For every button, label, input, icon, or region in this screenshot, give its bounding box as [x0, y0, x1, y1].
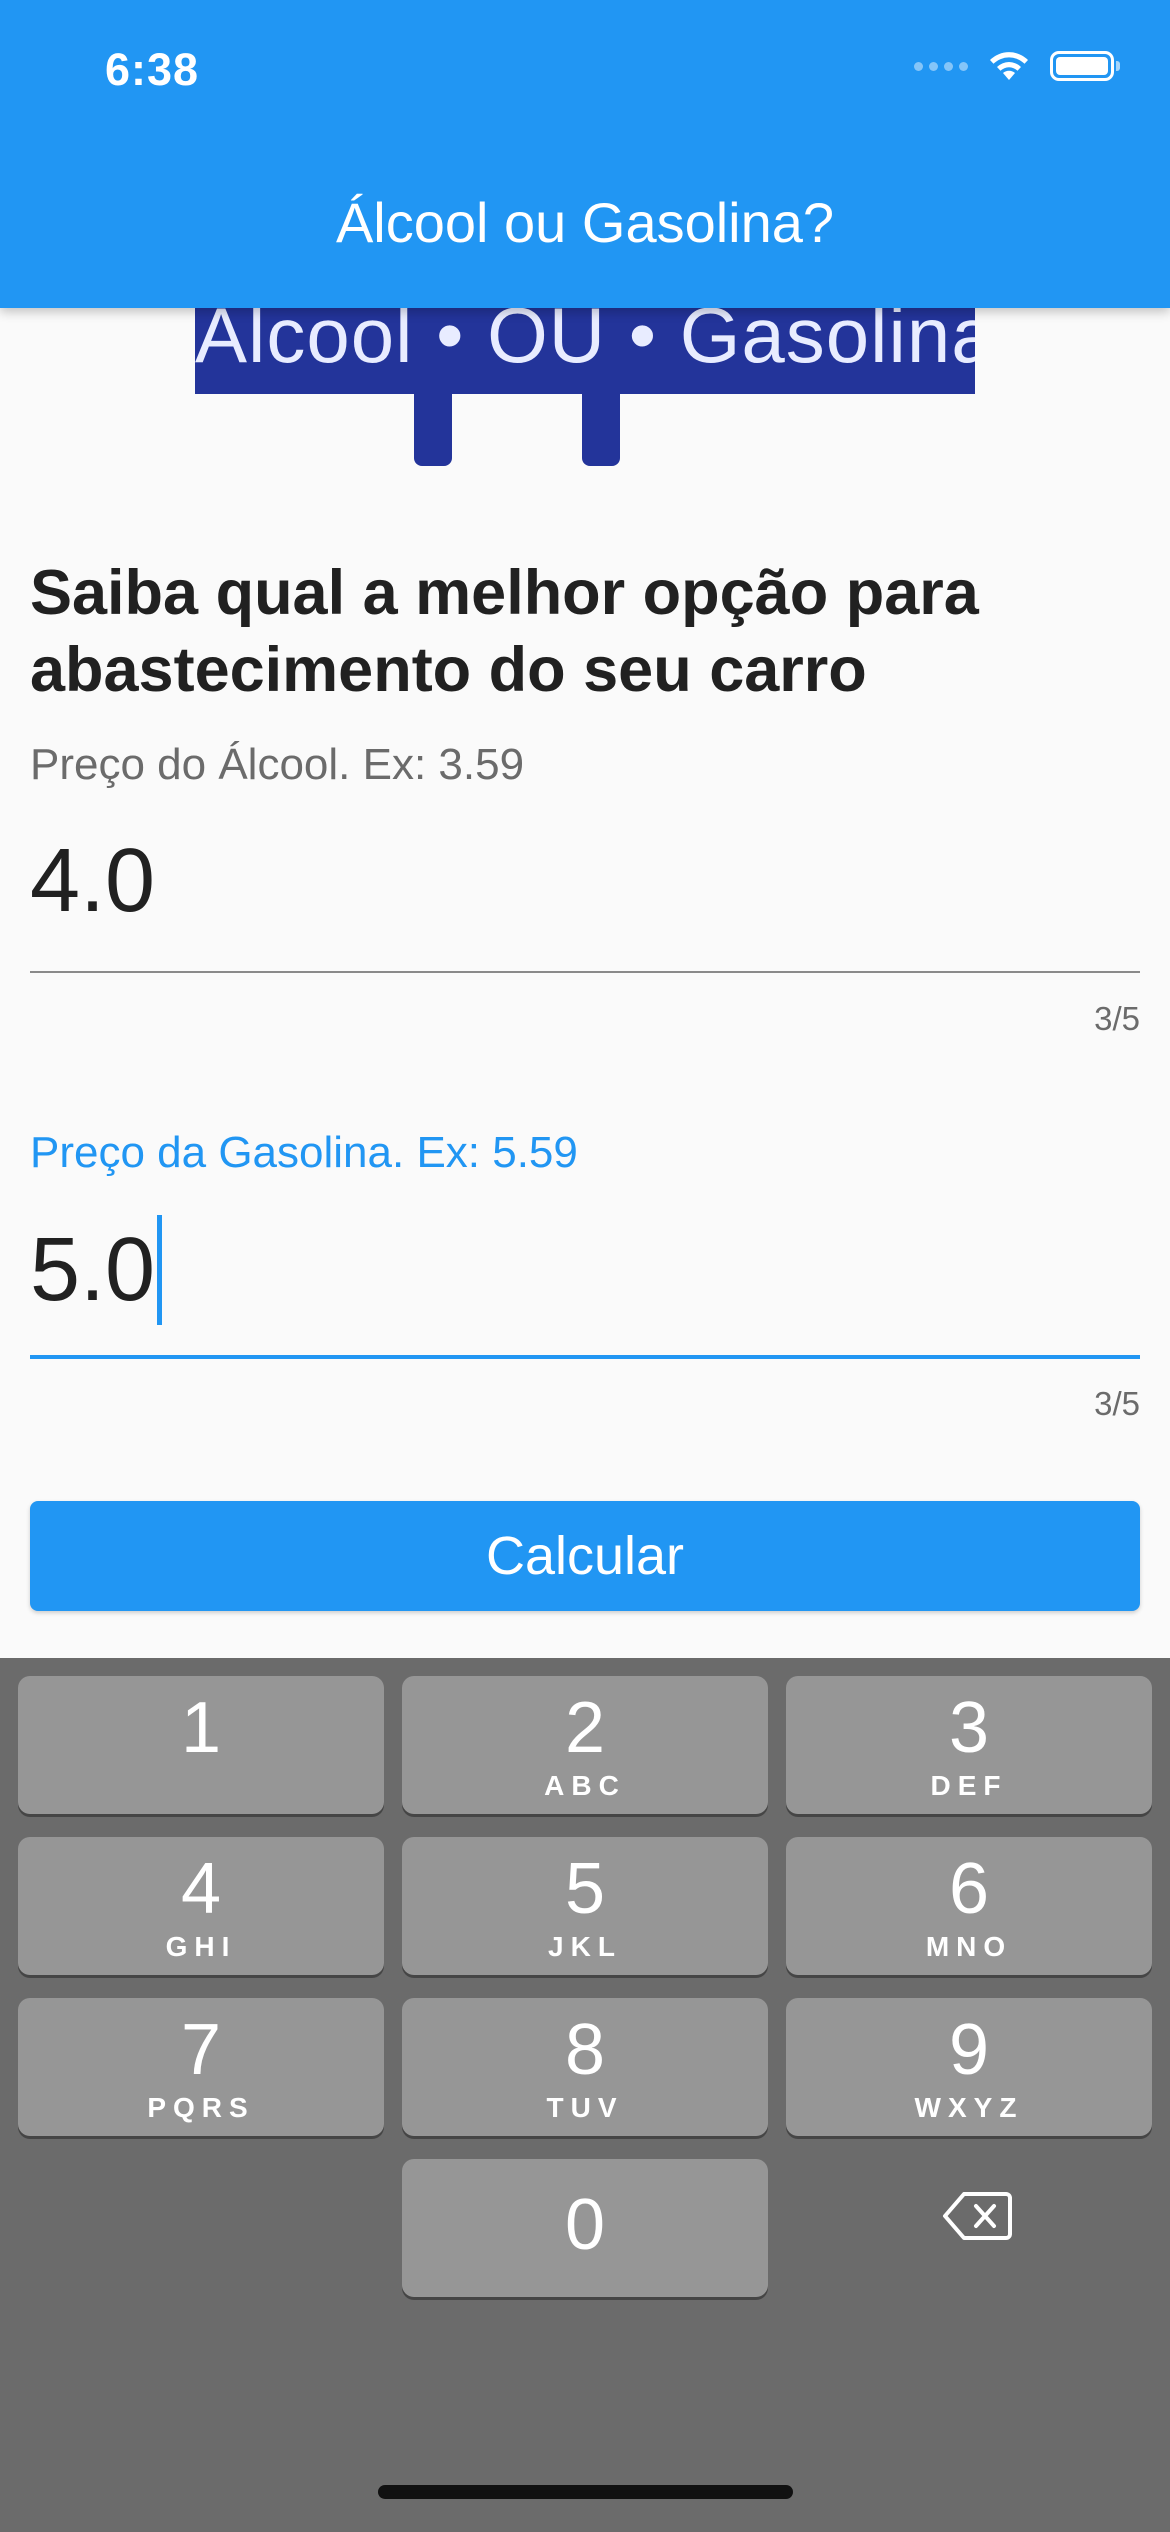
- key-digit: 9: [948, 2010, 990, 2090]
- key-4[interactable]: 4 GHI: [18, 1837, 384, 1975]
- key-letters: JKL: [548, 1931, 622, 1962]
- logo-post-right: [582, 390, 620, 466]
- gasolina-char-counter: 3/5: [1094, 1385, 1140, 1422]
- key-digit: 5: [564, 1849, 606, 1929]
- gasolina-price-label: Preço da Gasolina. Ex: 5.59: [30, 1128, 578, 1177]
- wifi-icon: [990, 52, 1028, 80]
- key-digit: 1: [180, 1688, 222, 1768]
- key-digit: 7: [180, 2010, 222, 2090]
- numeric-keyboard: 1 2 ABC 3 DEF 4 GHI 5 JKL 6 MNO 7 PQRS 8…: [0, 1658, 1170, 2532]
- alcool-price-underline: [30, 971, 1140, 973]
- gasolina-price-value: 5.0: [30, 1219, 156, 1320]
- key-7[interactable]: 7 PQRS: [18, 1998, 384, 2136]
- key-5[interactable]: 5 JKL: [402, 1837, 768, 1975]
- key-digit: 0: [564, 2185, 606, 2265]
- key-digit: 2: [564, 1688, 606, 1768]
- alcool-price-input[interactable]: 4.0: [30, 830, 155, 933]
- delete-key[interactable]: [922, 2176, 1032, 2256]
- key-digit: 8: [564, 2010, 606, 2090]
- gasolina-price-input[interactable]: 5.0: [30, 1215, 163, 1325]
- cellular-signal-icon: [914, 61, 968, 71]
- text-cursor: [157, 1215, 163, 1325]
- gasolina-price-underline: [30, 1355, 1140, 1359]
- key-0[interactable]: 0: [402, 2159, 768, 2297]
- calcular-button[interactable]: Calcular: [30, 1501, 1140, 1611]
- key-8[interactable]: 8 TUV: [402, 1998, 768, 2136]
- key-digit: 6: [948, 1849, 990, 1929]
- logo-post-left: [414, 390, 452, 466]
- backspace-icon: [943, 2192, 1012, 2240]
- key-digit: 3: [948, 1688, 990, 1768]
- key-letters: TUV: [546, 2092, 624, 2123]
- key-3[interactable]: 3 DEF: [786, 1676, 1152, 1814]
- alcool-price-value: 4.0: [30, 831, 156, 931]
- headline: Saiba qual a melhor opção para abastecim…: [30, 558, 979, 705]
- key-letters: GHI: [165, 1931, 237, 1962]
- status-icons: [914, 50, 1120, 82]
- key-digit: 4: [180, 1849, 222, 1929]
- key-9[interactable]: 9 WXYZ: [786, 1998, 1152, 2136]
- key-1[interactable]: 1: [18, 1676, 384, 1814]
- key-2[interactable]: 2 ABC: [402, 1676, 768, 1814]
- app-bar: 6:38 Álcool ou Gasolina?: [0, 0, 1170, 308]
- app-title: Álcool ou Gasolina?: [335, 191, 835, 254]
- status-time: 6:38: [105, 44, 200, 95]
- key-letters: ABC: [544, 1770, 626, 1801]
- key-letters: MNO: [925, 1931, 1013, 1962]
- battery-icon: [1050, 51, 1120, 81]
- key-letters: WXYZ: [914, 2092, 1024, 2123]
- key-letters: DEF: [930, 1770, 1008, 1801]
- alcool-char-counter: 3/5: [1094, 1000, 1140, 1037]
- alcool-price-label: Preço do Álcool. Ex: 3.59: [30, 740, 525, 789]
- key-letters: PQRS: [147, 2092, 255, 2123]
- home-indicator[interactable]: [378, 2485, 793, 2499]
- key-6[interactable]: 6 MNO: [786, 1837, 1152, 1975]
